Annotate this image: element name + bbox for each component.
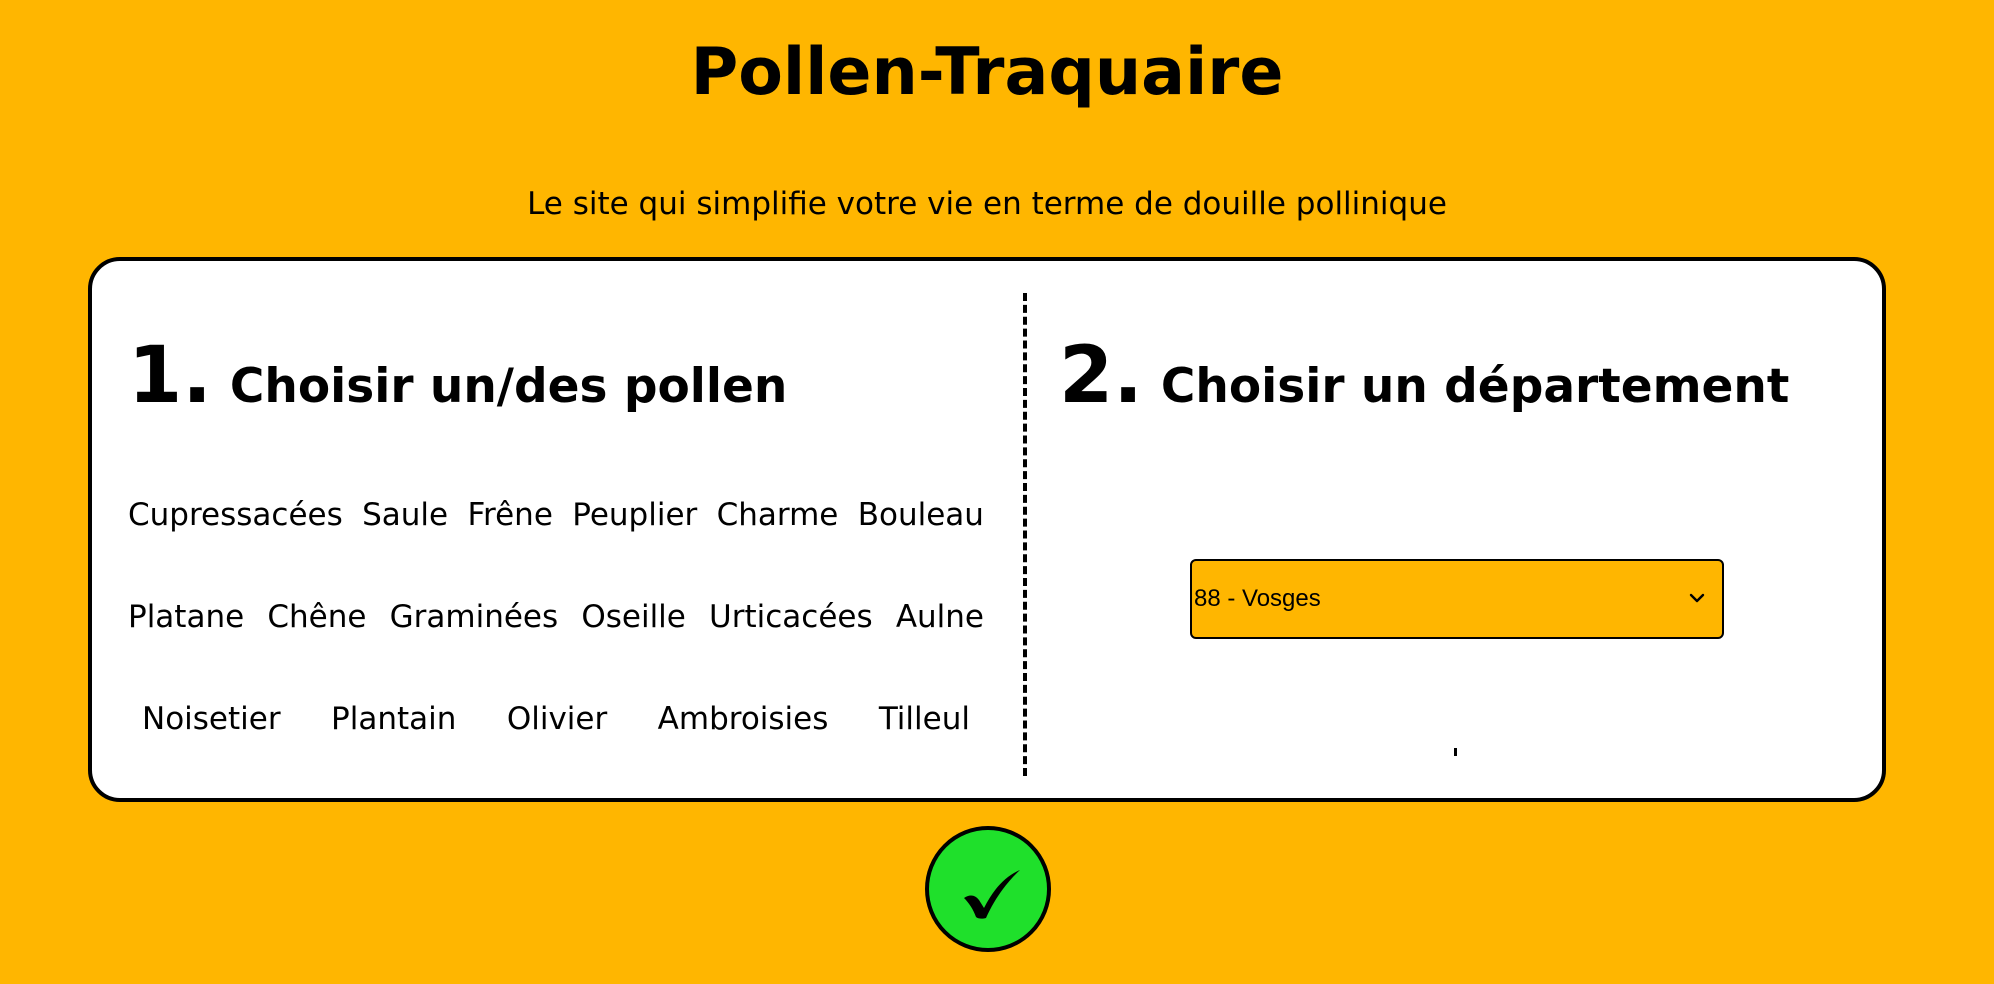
pollen-option-olivier[interactable]: Olivier	[507, 699, 607, 739]
pollen-option-aulne[interactable]: Aulne	[896, 597, 984, 637]
pollen-option-bouleau[interactable]: Bouleau	[858, 495, 984, 535]
divider-mark	[1454, 748, 1457, 756]
pollen-option-platane[interactable]: Platane	[128, 597, 244, 637]
pollen-option-tilleul[interactable]: Tilleul	[879, 699, 970, 739]
pollen-option-peuplier[interactable]: Peuplier	[572, 495, 697, 535]
step2-label: Choisir un département	[1160, 359, 1790, 414]
pollen-row: Noisetier Plantain Olivier Ambroisies Ti…	[128, 699, 984, 739]
pollen-row: Platane Chêne Graminées Oseille Urticacé…	[128, 597, 984, 637]
chevron-down-icon	[1689, 593, 1705, 603]
step2-number: 2.	[1059, 331, 1143, 421]
department-select[interactable]: 88 - Vosges	[1190, 559, 1724, 639]
checkmark-icon	[964, 870, 1020, 919]
step1-heading: 1. Choisir un/des pollen	[128, 331, 787, 439]
column-divider	[1023, 293, 1027, 776]
pollen-option-frene[interactable]: Frêne	[467, 495, 552, 535]
pollen-option-cupressacees[interactable]: Cupressacées	[128, 495, 343, 535]
page-title: Pollen-Traquaire	[690, 35, 1284, 110]
pollen-option-saule[interactable]: Saule	[362, 495, 448, 535]
pollen-option-charme[interactable]: Charme	[717, 495, 839, 535]
submit-button[interactable]	[925, 826, 1051, 952]
pollen-option-urticacees[interactable]: Urticacées	[709, 597, 873, 637]
department-select-value: 88 - Vosges	[1194, 585, 1321, 612]
step1-number: 1.	[128, 331, 212, 421]
pollen-option-noisetier[interactable]: Noisetier	[142, 699, 281, 739]
step1-label: Choisir un/des pollen	[229, 359, 788, 414]
step2-heading: 2. Choisir un département	[1059, 331, 1789, 439]
selection-card: 1. Choisir un/des pollen Cupressacées Sau…	[88, 257, 1886, 802]
pollen-row: Cupressacées Saule Frêne Peuplier Charme…	[128, 495, 984, 535]
page-subtitle: Le site qui simplifie votre vie en terme…	[527, 186, 1447, 222]
pollen-option-oseille[interactable]: Oseille	[581, 597, 686, 637]
pollen-option-chene[interactable]: Chêne	[267, 597, 366, 637]
pollen-option-graminees[interactable]: Graminées	[390, 597, 559, 637]
pollen-option-plantain[interactable]: Plantain	[331, 699, 456, 739]
pollen-option-ambroisies[interactable]: Ambroisies	[658, 699, 829, 739]
